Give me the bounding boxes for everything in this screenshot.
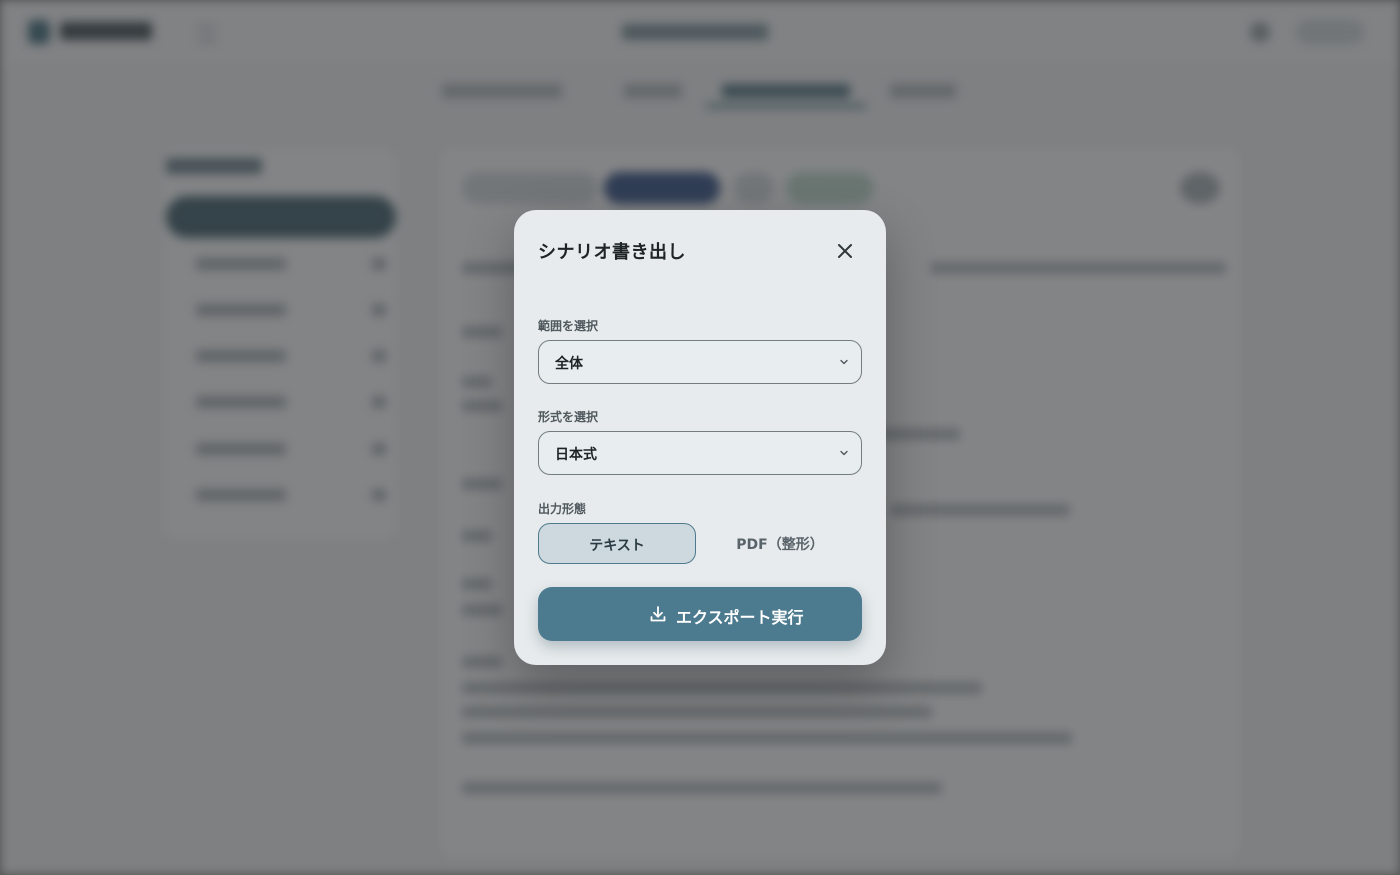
dialog-title: シナリオ書き出し [538,242,686,263]
chevron-down-icon [840,359,848,365]
output-option-text[interactable]: テキスト [538,523,696,564]
output-option-text-label: テキスト [589,538,645,554]
format-select[interactable]: 日本式 [538,431,862,475]
close-button[interactable] [832,238,858,264]
close-icon [838,244,852,258]
export-button-label: エクスポート実行 [676,608,804,627]
format-select-value: 日本式 [555,447,597,463]
chevron-down-icon [840,450,848,456]
output-option-pdf[interactable]: PDF（整形） [700,523,860,564]
download-icon [650,606,666,622]
format-label: 形式を選択 [538,410,599,424]
range-label: 範囲を選択 [538,319,599,333]
range-select-value: 全体 [555,356,583,372]
export-button[interactable]: エクスポート実行 [538,587,862,641]
export-dialog: シナリオ書き出し 範囲を選択 全体 形式を選択 日本式 出力形態 テキスト PD… [514,210,886,665]
output-option-pdf-label: PDF（整形） [736,537,824,553]
output-label: 出力形態 [538,502,587,516]
range-select[interactable]: 全体 [538,340,862,384]
